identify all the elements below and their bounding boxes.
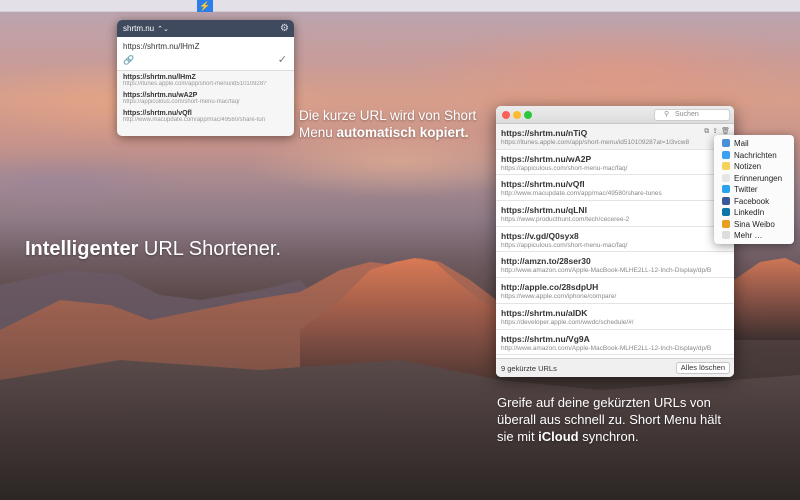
window-titlebar: ⚲ Suchen [496,106,734,124]
url-row[interactable]: https://shrtm.nu/nTiQ https://itunes.app… [496,124,734,150]
url-row[interactable]: http://apple.co/28sdpUH https://www.appl… [496,278,734,304]
share-menu-item-label: Notizen [734,162,762,171]
url-row-short: https://shrtm.nu/nTiQ [501,128,588,138]
popover-list-item[interactable]: https://shrtm.nu/wA2P https://appiculous… [117,89,294,107]
popover-item-short: https://shrtm.nu/wA2P [123,92,198,99]
zoom-button[interactable] [524,111,532,119]
url-row-long: https://developer.apple.com/wwdc/schedul… [501,318,634,326]
url-row[interactable]: https://shrtm.nu/vQfl http://www.macupda… [496,175,734,202]
url-row[interactable]: http://amzn.to/28ser30 http://www.amazon… [496,252,734,279]
popover-header: shrtm.nu ⌃⌄ ⚙ [117,20,294,37]
popover-item-long: https://itunes.apple.com/app/short-menu/… [123,81,267,87]
headline-rest: URL Shortener. [138,238,282,260]
url-row-short: https://shrtm.nu/vQfl [501,179,585,190]
share-menu-item[interactable]: Erinnerungen [714,173,794,185]
url-row-long: https://www.producthunt.com/tech/ceceree… [501,216,630,224]
share-menu-item[interactable]: Twitter [714,184,794,196]
url-row-short: http://amzn.to/28ser30 [501,256,591,267]
url-row-long: https://itunes.apple.com/app/short-menu/… [501,139,690,146]
url-row-long: https://www.apple.com/iphone/compare/ [501,293,617,301]
url-input[interactable]: https://shrtm.nu/lHmZ 🔗 ✓ [117,37,294,71]
popover-list-item[interactable]: https://shrtm.nu/vQfl http://www.macupda… [117,107,294,125]
share-menu-item-label: Mail [734,139,749,148]
popover-item-long: http://www.macupdate.com/app/mac/49580/s… [123,117,266,123]
url-row-long: http://www.macupdate.com/app/mac/49580/s… [501,190,662,198]
url-list: https://shrtm.nu/nTiQ https://itunes.app… [496,124,734,356]
mail-icon [722,139,730,147]
gear-icon[interactable]: ⚙ [280,20,289,37]
more-icon [722,231,730,239]
twitter-icon [722,185,730,193]
headline: Intelligenter URL Shortener. [25,238,281,261]
share-menu-item-label: Mehr … [734,231,763,240]
share-menu-item[interactable]: Sina Weibo [714,219,794,231]
url-row-short: http://apple.co/28sdpUH [501,282,599,293]
share-icon[interactable]: ⇪ [712,128,718,135]
messages-icon [722,150,730,159]
minimize-button[interactable] [513,111,521,119]
url-row-short: https://v.gd/Q0syx8 [501,230,579,241]
caption-autocopy: Die kurze URL wird von Short Menu automa… [299,107,489,141]
url-row-long: https://appiculous.com/short-menu-mac/fa… [501,241,628,249]
url-row-short: https://shrtm.nu/aIDK [501,307,588,318]
share-menu-item-label: Twitter [734,185,758,194]
link-icon[interactable]: 🔗 [123,55,134,66]
url-row-long: http://www.amazon.com/Apple-MacBook-MLHE… [501,267,712,275]
share-menu-item[interactable]: Mehr … [714,230,794,242]
menu-bar: ⚡ [0,0,800,12]
share-menu-item-label: Sina Weibo [734,219,775,229]
clear-all-button[interactable]: Alles löschen [675,362,730,374]
popover-list-item[interactable]: https://shrtm.nu/lHmZ https://itunes.app… [117,71,294,89]
share-menu-item-label: LinkedIn [734,208,765,217]
share-menu: Mail Nachrichten Notizen Erinnerungen Twitte… [714,135,794,244]
shortener-popover: shrtm.nu ⌃⌄ ⚙ https://shrtm.nu/lHmZ 🔗 ✓ h… [117,20,294,136]
headline-bold: Intelligenter [25,238,139,260]
facebook-icon [722,196,730,205]
popover-item-long: https://appiculous.com/short-menu-mac/fa… [123,99,240,105]
popover-item-short: https://shrtm.nu/vQfl [123,110,192,117]
close-button[interactable] [502,111,510,119]
share-menu-item[interactable]: LinkedIn [714,207,794,219]
chevron-updown-icon[interactable]: ⌃⌄ [157,26,169,33]
url-row[interactable]: https://shrtm.nu/aIDK https://developer.… [496,304,734,330]
weibo-icon [722,219,730,228]
url-row-long: http://www.amazon.com/Apple-MacBook-MLHE… [501,344,712,352]
share-menu-item[interactable]: Facebook [714,196,794,208]
caption-icloud-bold: iCloud [538,429,579,444]
url-row-short: https://shrtm.nu/qLNI [501,205,587,216]
url-row[interactable]: https://shrtm.nu/Vg9A http://www.amazon.… [496,330,734,356]
main-window: ⚲ Suchen https://shrtm.nu/nTiQ https://i… [496,106,734,377]
url-count: 9 gekürzte URLs [501,364,557,373]
caption-icloud-end: synchron. [578,429,639,444]
url-input-value[interactable]: https://shrtm.nu/lHmZ [123,42,288,51]
share-menu-item[interactable]: Nachrichten [714,150,794,162]
lightning-icon[interactable]: ⚡ [197,0,213,12]
copy-icon[interactable]: ⧉ [704,128,709,135]
search-field[interactable]: ⚲ Suchen [654,109,730,121]
search-placeholder: Suchen [675,111,699,118]
url-row[interactable]: https://shrtm.nu/qLNI https://www.produc… [496,201,734,227]
share-menu-item[interactable]: Mail [714,138,794,150]
share-menu-item-label: Facebook [734,196,770,206]
share-menu-item-label: Nachrichten [734,150,777,160]
window-footer: 9 gekürzte URLs Alles löschen [496,358,734,377]
account-selector[interactable]: shrtm.nu [123,24,154,33]
reminders-icon [722,173,730,182]
url-row[interactable]: https://v.gd/Q0syx8 https://appiculous.c… [496,227,734,253]
caption-autocopy-bold: automatisch kopiert. [336,125,469,140]
search-icon: ⚲ [664,111,670,118]
url-row-short: https://shrtm.nu/wA2P [501,153,592,164]
notes-icon [722,162,730,170]
popover-item-short: https://shrtm.nu/lHmZ [123,74,196,81]
checkmark-icon[interactable]: ✓ [278,53,287,66]
share-menu-item[interactable]: Notizen [714,161,794,173]
share-menu-item-label: Erinnerungen [734,173,783,183]
linkedin-icon [722,208,730,216]
url-row[interactable]: https://shrtm.nu/wA2P https://appiculous… [496,150,734,176]
url-row-short: https://shrtm.nu/Vg9A [501,333,590,344]
caption-icloud: Greife auf deine gekürzten URLs von über… [497,394,737,445]
trash-icon[interactable]: 🗑 [721,128,730,135]
url-row-long: https://appiculous.com/short-menu-mac/fa… [501,164,628,172]
